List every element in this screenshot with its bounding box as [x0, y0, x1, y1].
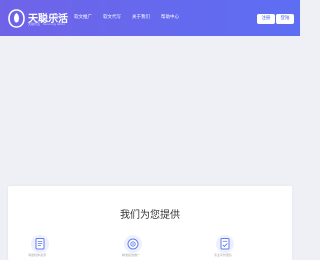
nav-item-writing[interactable]: 软文代写 — [103, 15, 121, 21]
feature-label-media: 海量媒体资源 — [28, 253, 47, 257]
logo-mark-icon — [8, 9, 25, 28]
main-nav: 首页 软文推广 软文代写 关于我们 帮助中心 — [54, 15, 190, 21]
nav-item-promotion[interactable]: 软文推广 — [74, 15, 92, 21]
feature-writing-team[interactable] — [215, 234, 235, 254]
section-title: 我们为您提供 — [120, 210, 180, 221]
document-list-icon — [31, 235, 49, 253]
feature-label-writing: 专业写作团队 — [214, 253, 233, 257]
report-check-icon — [216, 235, 234, 253]
brand-tagline: 天聪乐活 · tiancong lehuo — [28, 22, 66, 26]
feature-label-delivery: 精准投放推广 — [122, 253, 141, 257]
nav-item-about[interactable]: 关于我们 — [132, 15, 150, 21]
login-button[interactable]: 登陆 — [276, 14, 294, 24]
feature-precise-delivery[interactable] — [123, 234, 143, 254]
register-button[interactable]: 注册 — [257, 14, 275, 24]
nav-item-help[interactable]: 帮助中心 — [161, 15, 179, 21]
services-card: 我们为您提供 海量媒体资源 精准投放推广 专业写作团队 — [8, 186, 292, 260]
nav-item-home[interactable]: 首页 — [54, 15, 63, 21]
feature-media-resources[interactable] — [30, 234, 50, 254]
target-icon — [124, 235, 142, 253]
top-header: 天聪乐活 天聪乐活 · tiancong lehuo 首页 软文推广 软文代写 … — [0, 0, 300, 36]
